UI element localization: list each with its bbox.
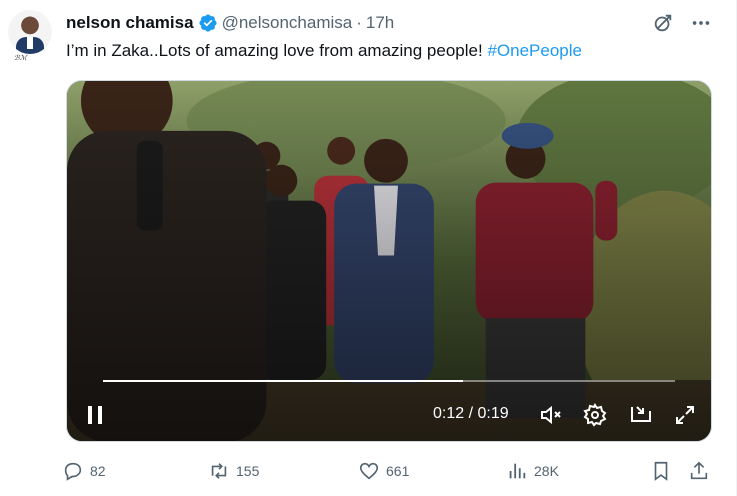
- like-count: 661: [386, 463, 410, 479]
- avatar-shirt: [27, 37, 33, 49]
- author-handle[interactable]: @nelsonchamisa: [222, 13, 353, 33]
- like-icon: [359, 462, 379, 480]
- mute-icon[interactable]: [539, 403, 563, 427]
- reply-icon: [64, 462, 82, 481]
- reply-count: 82: [90, 463, 106, 479]
- avatar-signature: ℬℳ: [14, 54, 27, 62]
- video-progress-fill: [103, 380, 464, 382]
- tweet-body: I’m in Zaka..Lots of amazing love from a…: [66, 41, 488, 60]
- separator-dot: ·: [356, 13, 362, 32]
- tweet-actions: 82 155 661 28K: [62, 458, 718, 484]
- verified-badge-icon[interactable]: [198, 13, 218, 33]
- hashtag-link[interactable]: #OnePeople: [487, 41, 582, 60]
- tweet-card[interactable]: ℬℳ nelson chamisa @nelsonchamisa · 17h I…: [0, 0, 737, 496]
- more-icon[interactable]: [690, 12, 712, 34]
- header-actions: [652, 12, 712, 34]
- repost-count: 155: [236, 463, 260, 479]
- views-icon: [509, 463, 526, 479]
- views-button[interactable]: 28K: [506, 458, 559, 484]
- fullscreen-icon[interactable]: [673, 403, 697, 427]
- view-count: 28K: [534, 463, 559, 479]
- video-time: 0:12 / 0:19: [433, 405, 509, 422]
- like-button[interactable]: 661: [358, 458, 409, 484]
- post-time[interactable]: 17h: [366, 13, 394, 33]
- settings-icon[interactable]: [583, 403, 607, 427]
- bookmark-icon: [654, 461, 668, 481]
- author-name[interactable]: nelson chamisa: [66, 13, 194, 33]
- reply-button[interactable]: 82: [62, 458, 106, 484]
- repost-button[interactable]: 155: [208, 458, 259, 484]
- share-icon: [690, 461, 708, 480]
- avatar[interactable]: [8, 10, 52, 54]
- video-player[interactable]: 0:12 / 0:19: [66, 80, 712, 442]
- pause-icon[interactable]: [83, 403, 107, 427]
- grok-icon[interactable]: [652, 12, 674, 34]
- bookmark-button[interactable]: [650, 458, 672, 484]
- pip-icon[interactable]: [629, 403, 653, 427]
- tweet-header: nelson chamisa @nelsonchamisa · 17h: [66, 12, 394, 34]
- video-progress-bar[interactable]: [103, 380, 675, 382]
- share-button[interactable]: [688, 458, 710, 484]
- video-frame: [67, 81, 711, 441]
- tweet-text: I’m in Zaka..Lots of amazing love from a…: [66, 40, 582, 62]
- video-controls: 0:12 / 0:19: [67, 399, 711, 431]
- repost-icon: [211, 463, 227, 479]
